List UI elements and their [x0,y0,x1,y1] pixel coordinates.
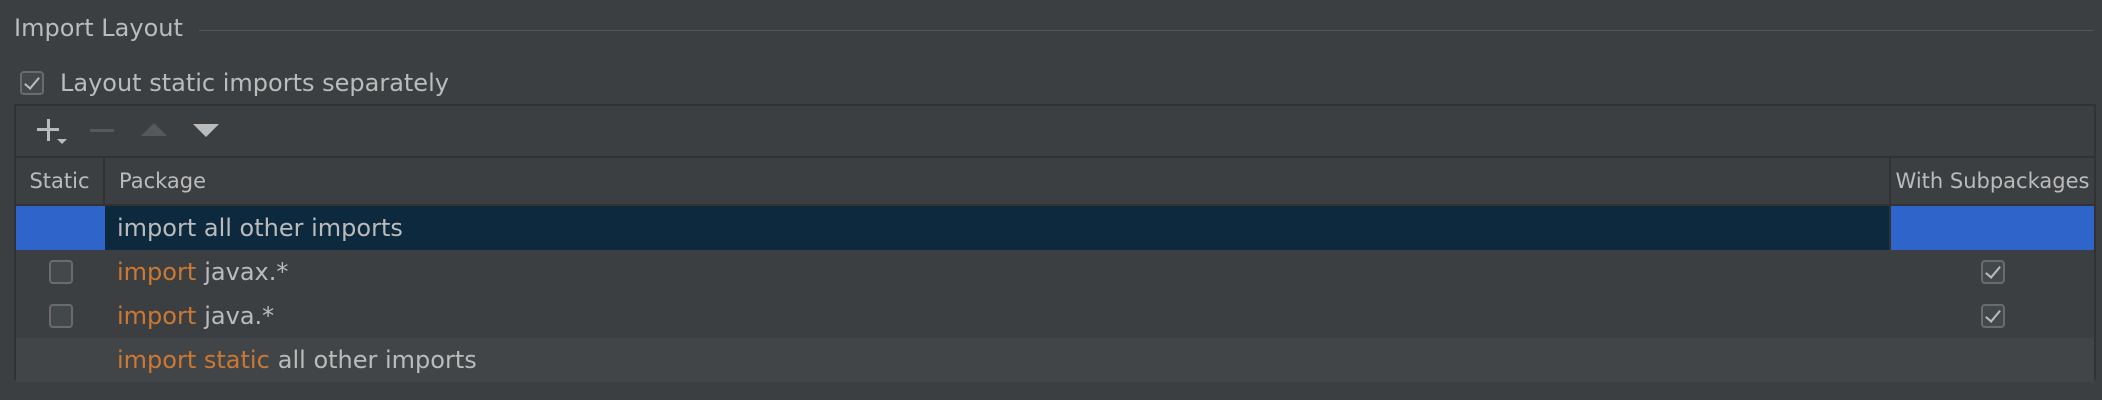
static-cell[interactable] [16,250,105,294]
table-row[interactable]: import all other imports [16,206,2094,250]
static-cell[interactable] [16,294,105,338]
package-cell[interactable]: import all other imports [105,206,1891,250]
package-name: all other imports [277,346,477,374]
import-keyword: import [117,302,197,330]
section-title: Import Layout [14,14,183,42]
layout-static-imports-checkbox[interactable] [20,71,44,95]
static-checkbox[interactable] [48,260,73,284]
import-keyword: import [117,258,197,286]
subpackages-cell[interactable] [1891,206,2094,250]
table-row[interactable]: import java.* [16,294,2094,338]
column-header-static[interactable]: Static [16,158,105,204]
table-row[interactable]: import static all other imports [16,338,2094,382]
move-down-button[interactable] [186,111,226,151]
package-name: javax.* [204,258,289,286]
with-subpackages-checkbox[interactable] [1980,260,2005,284]
remove-button[interactable] [82,111,122,151]
package-name: java.* [204,302,275,330]
package-cell[interactable]: import java.* [105,294,1891,338]
static-cell[interactable] [16,338,105,382]
import-layout-table: Static Package With Subpackages import a… [16,156,2094,382]
row-text: import all other imports [117,214,403,242]
import-layout-panel: Static Package With Subpackages import a… [14,104,2096,382]
column-header-with-subpackages[interactable]: With Subpackages [1891,158,2094,204]
minus-icon [90,129,114,132]
subpackages-cell[interactable] [1891,250,2094,294]
package-cell[interactable]: import static all other imports [105,338,1891,382]
static-cell[interactable] [16,206,105,250]
layout-static-imports-label[interactable]: Layout static imports separately [60,69,449,97]
table-header: Static Package With Subpackages [16,156,2094,206]
subpackages-cell[interactable] [1891,294,2094,338]
static-checkbox[interactable] [48,304,73,328]
column-header-package[interactable]: Package [105,158,1891,204]
section-divider [198,29,2094,31]
move-up-button[interactable] [134,111,174,151]
import-static-keyword: import static [117,346,270,374]
table-toolbar [16,106,2094,156]
add-button[interactable] [30,111,70,151]
subpackages-cell[interactable] [1891,338,2094,382]
with-subpackages-checkbox[interactable] [1980,304,2005,328]
triangle-up-icon [141,123,167,136]
layout-static-imports-option[interactable]: Layout static imports separately [20,68,449,98]
triangle-down-icon [193,124,219,137]
import-layout-section-header: Import Layout [14,10,2094,46]
package-cell[interactable]: import javax.* [105,250,1891,294]
table-row[interactable]: import javax.* [16,250,2094,294]
